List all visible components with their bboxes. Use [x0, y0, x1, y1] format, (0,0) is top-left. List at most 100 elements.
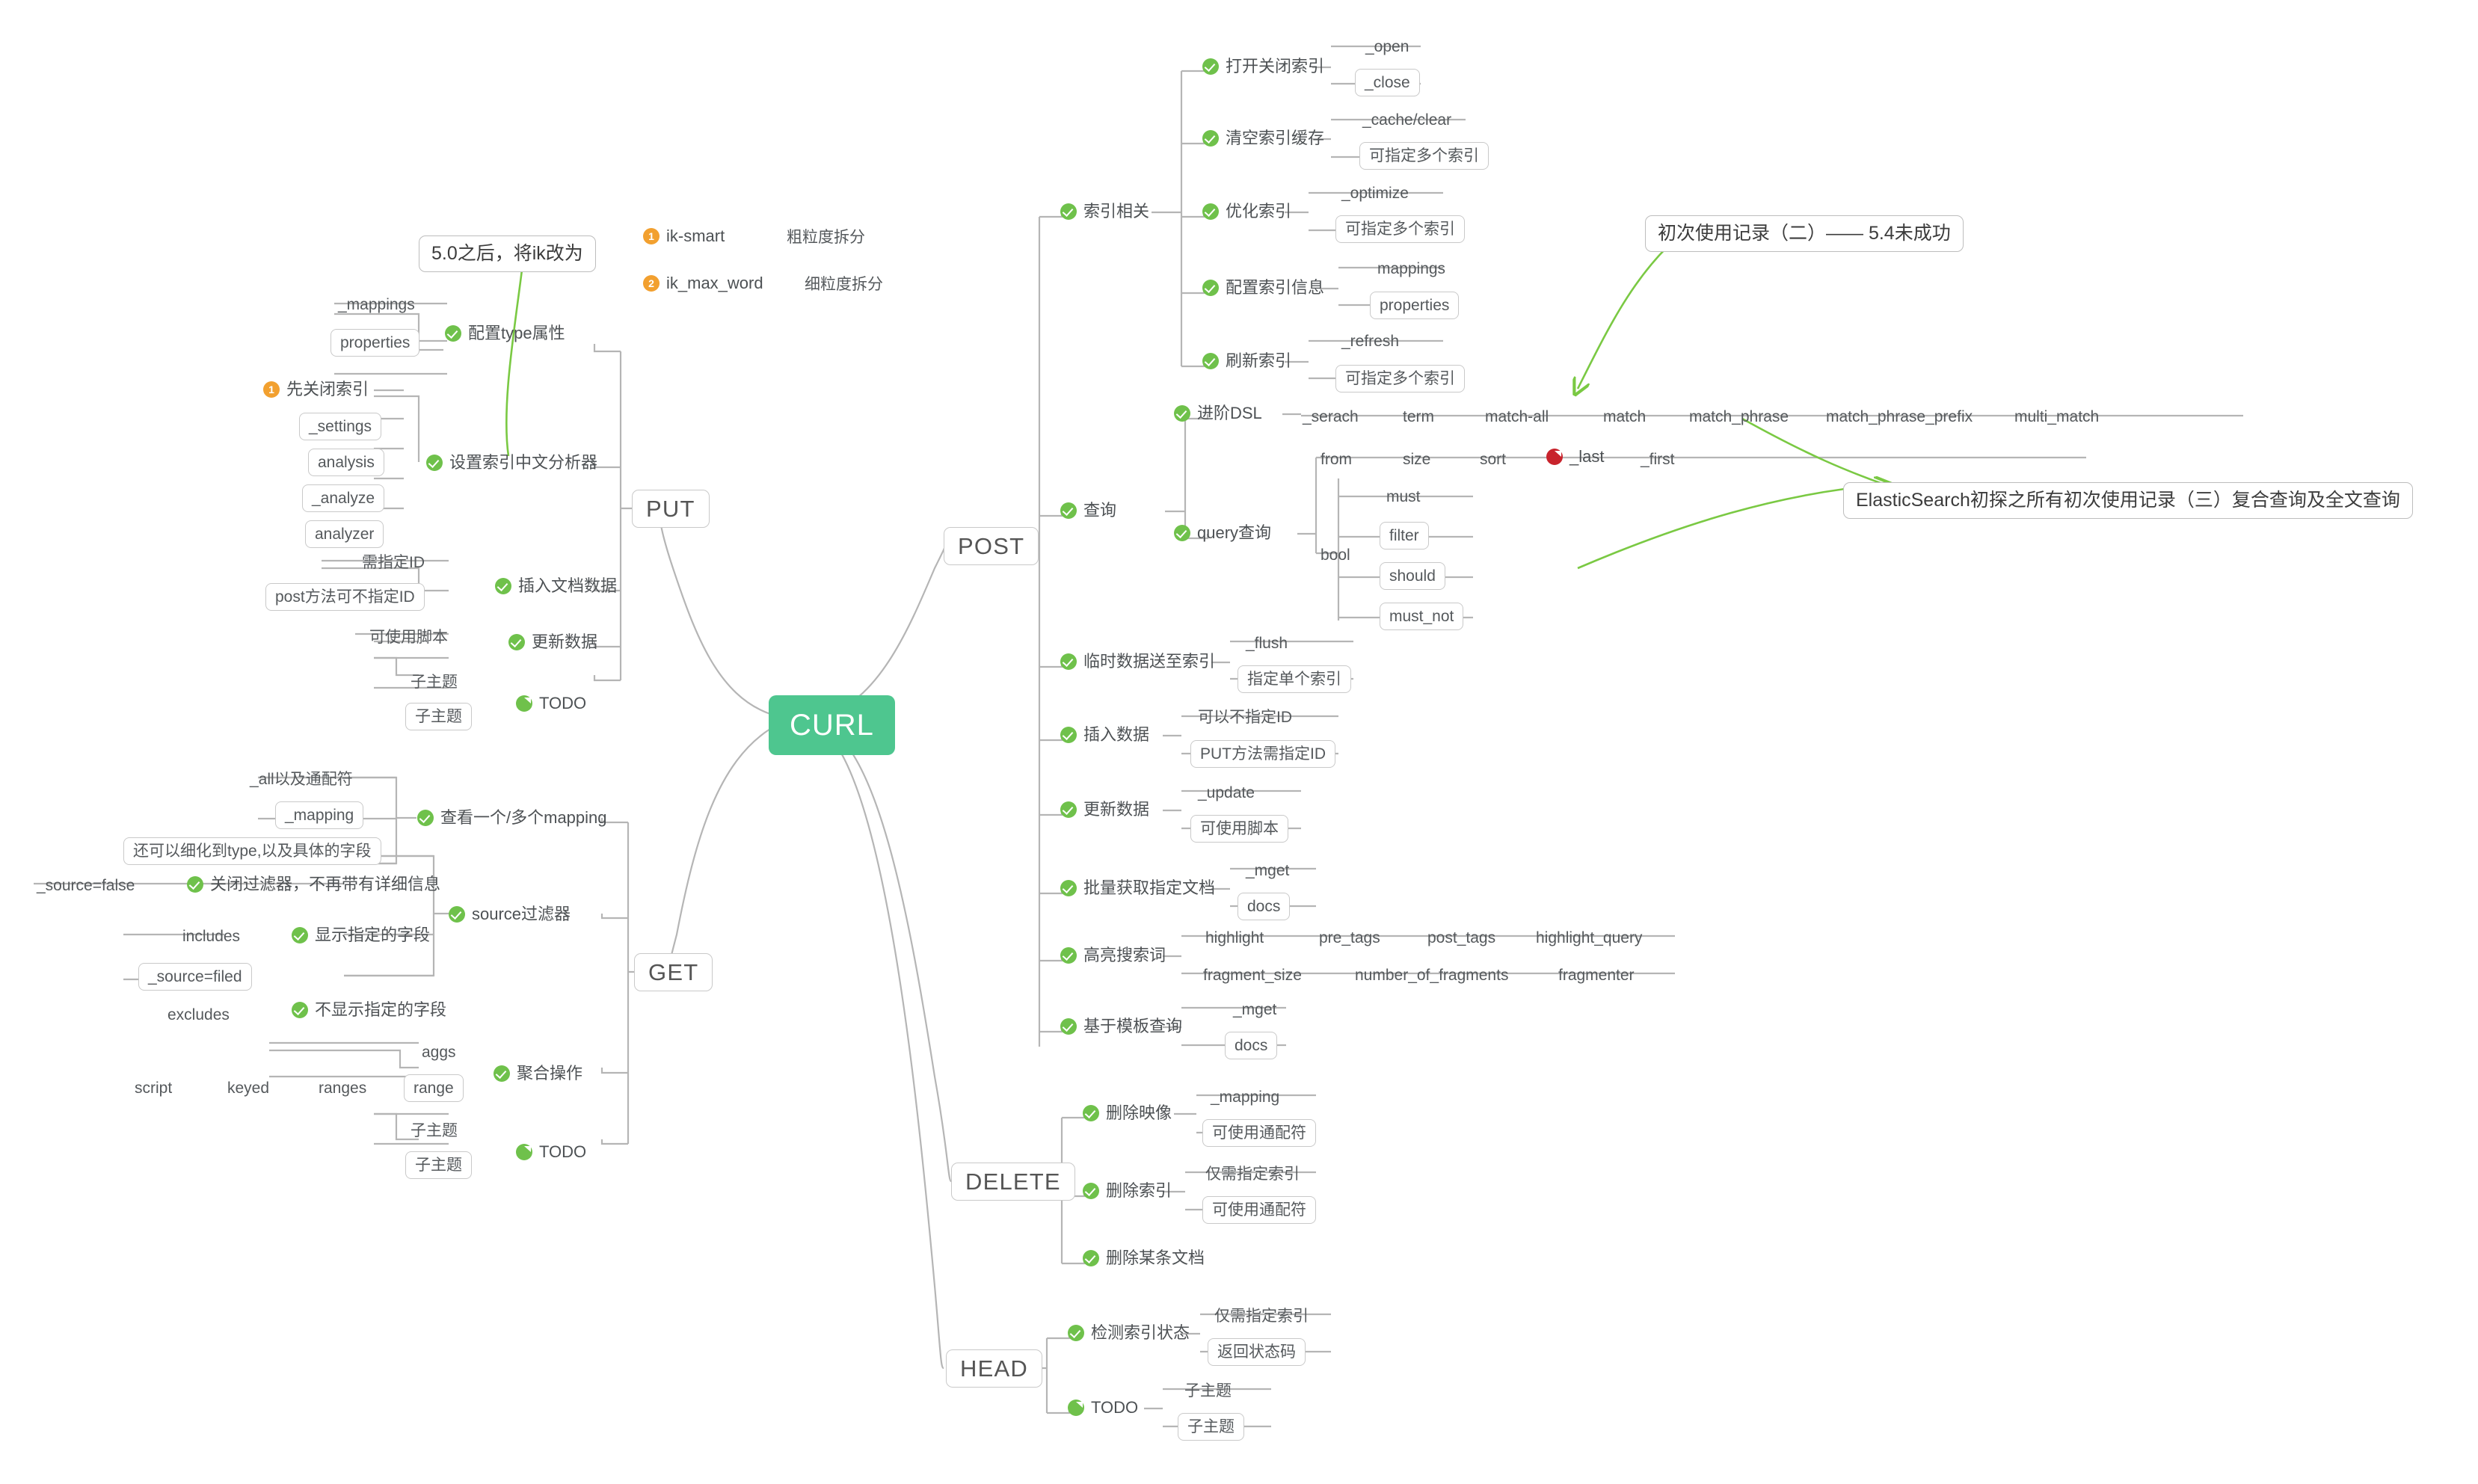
leaf-put-can-use-script[interactable]: 可使用脚本 [366, 628, 451, 649]
leaf-head-subtopic-2[interactable]: 子主题 [1178, 1413, 1244, 1441]
leaf-optimize[interactable]: _optimize [1338, 184, 1412, 205]
leaf-sort[interactable]: sort [1477, 450, 1509, 471]
note-first-use-record-2[interactable]: 初次使用记录（二）—— 5.4未成功 [1645, 215, 1964, 252]
leaf-bool-must-not[interactable]: must_not [1380, 603, 1464, 630]
method-node-get[interactable]: GET [634, 953, 713, 991]
leaf-excludes[interactable]: excludes [165, 1006, 233, 1026]
leaf-post-can-use-script[interactable]: 可使用脚本 [1190, 815, 1288, 843]
topic-delete-doc[interactable]: 删除某条文档 [1083, 1250, 1205, 1266]
leaf-delete-mapping-path[interactable]: _mapping [1208, 1088, 1282, 1109]
note-ik-change[interactable]: 5.0之后，将ik改为 [419, 235, 596, 272]
leaf-put-properties[interactable]: properties [330, 329, 420, 357]
topic-template-query[interactable]: 基于模板查询 [1060, 1018, 1182, 1035]
leaf-multi-index-1[interactable]: 可指定多个索引 [1359, 142, 1489, 170]
leaf-put-subtopic-2[interactable]: 子主题 [405, 703, 472, 730]
note-es-compound-query[interactable]: ElasticSearch初探之所有初次使用记录（三）复合查询及全文查询 [1843, 482, 2413, 519]
leaf-ranges[interactable]: ranges [316, 1079, 369, 1100]
topic-delete-index[interactable]: 删除索引 [1083, 1183, 1172, 1199]
leaf-head-subtopic-1[interactable]: 子主题 [1181, 1382, 1235, 1403]
leaf-flush[interactable]: _flush [1243, 634, 1291, 655]
topic-view-mapping[interactable]: 查看一个/多个mapping [417, 810, 607, 826]
topic-sort-last[interactable]: _last [1546, 449, 1604, 465]
leaf-get-subtopic-2[interactable]: 子主题 [405, 1151, 472, 1179]
leaf-number-of-fragments[interactable]: number_of_fragments [1352, 966, 1511, 987]
leaf-post-no-id[interactable]: post方法可不指定ID [265, 583, 425, 611]
leaf-get-mapping[interactable]: _mapping [275, 801, 364, 829]
leaf-script[interactable]: script [132, 1079, 175, 1100]
topic-set-cn-analyzer[interactable]: 设置索引中文分析器 [426, 455, 597, 471]
leaf-update[interactable]: _update [1195, 783, 1258, 804]
leaf-bool-filter[interactable]: filter [1380, 522, 1429, 549]
leaf-includes[interactable]: includes [179, 927, 243, 948]
topic-insert-data[interactable]: 插入数据 [1060, 727, 1149, 743]
topic-hide-fields[interactable]: 不显示指定的字段 [292, 1002, 446, 1018]
root-node-curl[interactable]: CURL [769, 695, 895, 755]
leaf-fragmenter[interactable]: fragmenter [1555, 966, 1638, 987]
leaf-multi-index-3[interactable]: 可指定多个索引 [1335, 365, 1465, 392]
leaf-fragment-size[interactable]: fragment_size [1200, 966, 1305, 987]
leaf-multi-index-2[interactable]: 可指定多个索引 [1335, 215, 1465, 243]
leaf-mget[interactable]: _mget [1243, 861, 1292, 882]
leaf-put-analysis[interactable]: analysis [308, 449, 384, 476]
method-node-put[interactable]: PUT [632, 490, 710, 528]
topic-open-close-index[interactable]: 打开关闭索引 [1202, 58, 1324, 75]
method-node-post[interactable]: POST [944, 527, 1039, 565]
leaf-dsl-serach[interactable]: _serach [1300, 407, 1362, 428]
topic-put-update-data[interactable]: 更新数据 [508, 634, 597, 650]
leaf-source-false[interactable]: _source=false [34, 876, 138, 897]
topic-query[interactable]: 查询 [1060, 502, 1116, 519]
leaf-ik-max-word-desc[interactable]: 细粒度拆分 [802, 275, 886, 296]
topic-delete-mapping[interactable]: 删除映像 [1083, 1105, 1172, 1121]
topic-show-fields[interactable]: 显示指定的字段 [292, 927, 430, 943]
leaf-put-analyze[interactable]: _analyze [302, 484, 385, 512]
leaf-refine-type[interactable]: 还可以细化到type,以及具体的字段 [123, 837, 381, 865]
topic-get-todo[interactable]: TODO [516, 1144, 586, 1160]
leaf-aggs[interactable]: aggs [419, 1043, 459, 1064]
leaf-open[interactable]: _open [1362, 37, 1412, 58]
leaf-delete-wildcard-2[interactable]: 可使用通配符 [1202, 1196, 1316, 1224]
leaf-dsl-term[interactable]: term [1400, 407, 1437, 428]
leaf-refresh[interactable]: _refresh [1338, 332, 1402, 353]
leaf-cache-clear[interactable]: _cache/clear [1359, 111, 1454, 132]
leaf-sort-first[interactable]: _first [1638, 450, 1678, 471]
leaf-template-docs[interactable]: docs [1225, 1032, 1278, 1059]
topic-insert-doc-data[interactable]: 插入文档数据 [495, 578, 617, 594]
leaf-put-needs-id[interactable]: PUT方法需指定ID [1190, 740, 1335, 768]
leaf-put-mappings[interactable]: _mappings [335, 295, 418, 316]
leaf-size[interactable]: size [1400, 450, 1433, 471]
topic-check-index-status[interactable]: 检测索引状态 [1068, 1325, 1190, 1341]
leaf-highlight-query[interactable]: highlight_query [1533, 929, 1645, 949]
leaf-dsl-match[interactable]: match [1600, 407, 1649, 428]
topic-source-filter[interactable]: source过滤器 [449, 906, 571, 923]
topic-index-related[interactable]: 索引相关 [1060, 203, 1149, 220]
topic-advanced-dsl[interactable]: 进阶DSL [1174, 405, 1262, 422]
leaf-highlight[interactable]: highlight [1202, 929, 1267, 949]
leaf-post-tags[interactable]: post_tags [1424, 929, 1498, 949]
leaf-put-analyzer[interactable]: analyzer [305, 520, 384, 548]
leaf-return-status-code[interactable]: 返回状态码 [1208, 1338, 1306, 1366]
leaf-may-omit-id[interactable]: 可以不指定ID [1195, 708, 1295, 729]
leaf-dsl-multi-match[interactable]: multi_match [2011, 407, 2102, 428]
leaf-bool-should[interactable]: should [1380, 562, 1445, 590]
leaf-pre-tags[interactable]: pre_tags [1316, 929, 1383, 949]
leaf-need-id[interactable]: 需指定ID [359, 553, 428, 574]
leaf-template-mget[interactable]: _mget [1230, 1000, 1279, 1021]
leaf-put-subtopic-1[interactable]: 子主题 [408, 673, 461, 694]
topic-close-index-first[interactable]: 1 先关闭索引 [263, 381, 369, 398]
topic-optimize-index[interactable]: 优化索引 [1202, 203, 1291, 220]
leaf-dsl-match-phrase[interactable]: match_phrase [1686, 407, 1792, 428]
leaf-post-mappings[interactable]: mappings [1374, 259, 1448, 280]
leaf-keyed[interactable]: keyed [224, 1079, 272, 1100]
leaf-docs[interactable]: docs [1238, 893, 1291, 920]
leaf-post-properties[interactable]: properties [1370, 292, 1460, 319]
leaf-dsl-match-all[interactable]: match-all [1482, 407, 1552, 428]
topic-put-todo[interactable]: TODO [516, 695, 586, 712]
topic-highlight-search[interactable]: 高亮搜索词 [1060, 947, 1166, 964]
leaf-delete-only-index[interactable]: 仅需指定索引 [1202, 1165, 1303, 1186]
leaf-all-wildcard[interactable]: _all以及通配符 [247, 770, 356, 791]
topic-refresh-index[interactable]: 刷新索引 [1202, 353, 1291, 369]
topic-bulk-get-docs[interactable]: 批量获取指定文档 [1060, 880, 1215, 896]
leaf-bool[interactable]: bool [1318, 546, 1353, 567]
leaf-range[interactable]: range [404, 1074, 464, 1102]
leaf-get-subtopic-1[interactable]: 子主题 [408, 1121, 461, 1142]
